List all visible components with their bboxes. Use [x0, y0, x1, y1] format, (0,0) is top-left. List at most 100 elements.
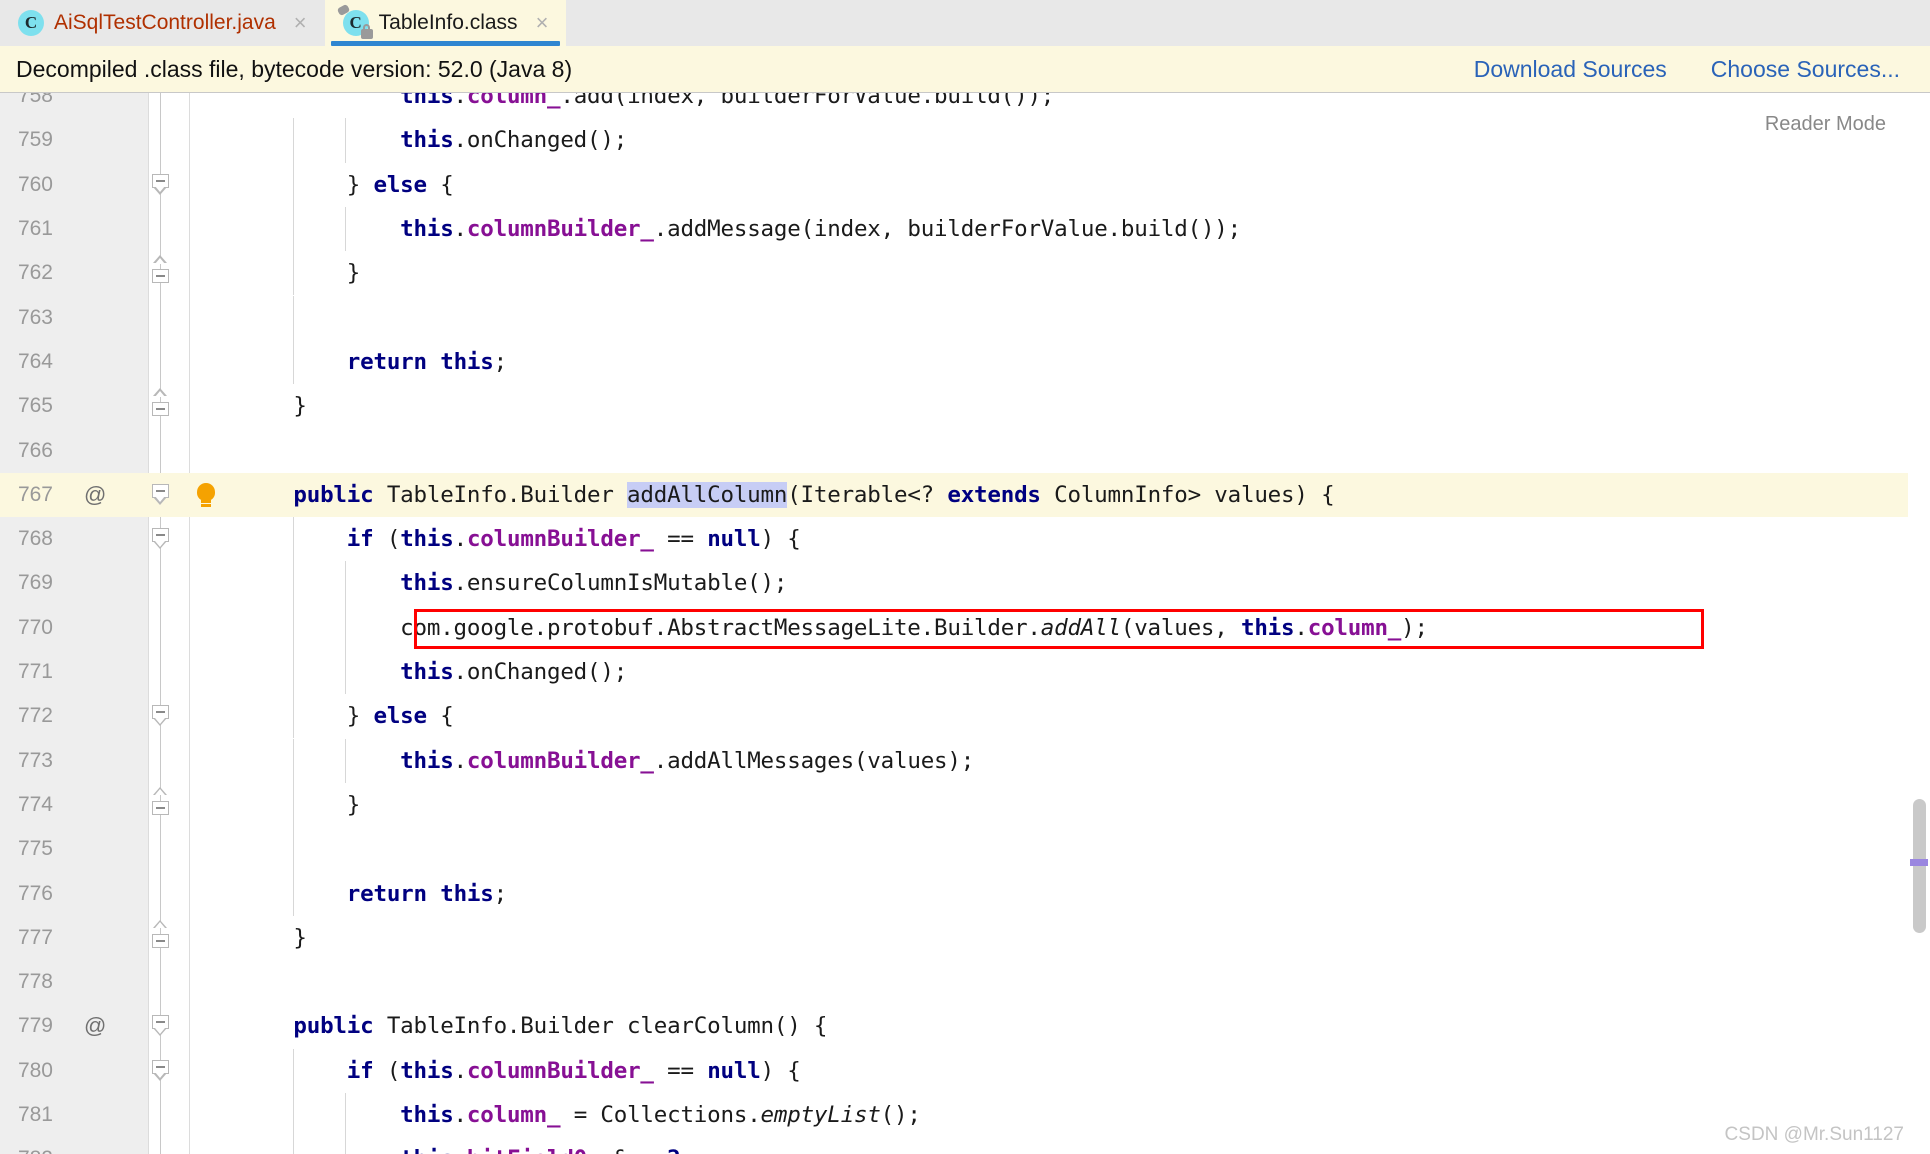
code-line[interactable]: 765 } [0, 384, 1930, 428]
scrollbar-marker [1910, 859, 1928, 866]
code-text[interactable]: } [240, 251, 360, 295]
indent-guide [293, 827, 294, 871]
vertical-scrollbar[interactable] [1908, 93, 1930, 1154]
line-number: 782 [0, 1137, 148, 1154]
java-class-icon: C [18, 10, 44, 36]
code-text[interactable]: return this; [240, 340, 507, 384]
banner-actions: Download Sources Choose Sources... [1474, 56, 1900, 83]
download-sources-link[interactable]: Download Sources [1474, 56, 1667, 83]
code-line[interactable]: 763 [0, 296, 1930, 340]
close-icon[interactable]: × [292, 12, 309, 34]
line-number: 766 [0, 428, 148, 472]
line-number: 779 [0, 1004, 148, 1048]
code-text[interactable]: } else { [240, 163, 454, 207]
line-number: 780 [0, 1049, 148, 1093]
code-editor[interactable]: 758 this.column_.add(index, builderForVa… [0, 93, 1930, 1154]
code-line[interactable]: 761 this.columnBuilder_.addMessage(index… [0, 207, 1930, 251]
choose-sources-link[interactable]: Choose Sources... [1711, 56, 1900, 83]
code-text[interactable]: com.google.protobuf.AbstractMessageLite.… [240, 606, 1428, 650]
code-line[interactable]: 776 return this; [0, 871, 1930, 915]
line-number: 770 [0, 606, 148, 650]
code-line[interactable]: 775 [0, 827, 1930, 871]
code-line[interactable]: 774 } [0, 783, 1930, 827]
code-text[interactable]: this.ensureColumnIsMutable(); [240, 561, 787, 605]
line-number: 776 [0, 871, 148, 915]
editor-tab-bar: C AiSqlTestController.java × C TableInfo… [0, 0, 1930, 46]
code-line[interactable]: 782 this.bitField0_ &= -2; [0, 1137, 1930, 1154]
code-line[interactable]: 781 this.column_ = Collections.emptyList… [0, 1093, 1930, 1137]
reader-mode-label[interactable]: Reader Mode [1765, 113, 1886, 136]
code-line[interactable]: 758 this.column_.add(index, builderForVa… [0, 93, 1930, 118]
code-fold-down-icon[interactable] [152, 528, 170, 550]
code-line[interactable]: 780 if (this.columnBuilder_ == null) { [0, 1049, 1930, 1093]
line-number: 759 [0, 118, 148, 162]
code-text[interactable]: this.column_.add(index, builderForValue.… [240, 93, 1054, 118]
code-line[interactable]: 773 this.columnBuilder_.addAllMessages(v… [0, 739, 1930, 783]
code-fold-up-icon[interactable] [152, 395, 170, 417]
line-number: 758 [0, 93, 148, 118]
code-text[interactable]: return this; [240, 871, 507, 915]
editor-tab-tableinfo-class[interactable]: C TableInfo.class × [325, 0, 567, 46]
code-text[interactable]: if (this.columnBuilder_ == null) { [240, 1049, 801, 1093]
intention-bulb-icon[interactable] [196, 483, 216, 507]
code-text[interactable]: this.columnBuilder_.addMessage(index, bu… [240, 207, 1241, 251]
code-line[interactable]: 759 this.onChanged(); [0, 118, 1930, 162]
line-number: 768 [0, 517, 148, 561]
editor-tab-aisqltestcontroller[interactable]: C AiSqlTestController.java × [0, 0, 325, 46]
code-text[interactable]: } [240, 384, 307, 428]
code-fold-up-icon[interactable] [152, 927, 170, 949]
code-text[interactable]: } [240, 783, 360, 827]
code-fold-down-icon[interactable] [152, 705, 170, 727]
code-line[interactable]: 770 com.google.protobuf.AbstractMessageL… [0, 606, 1930, 650]
code-text[interactable]: this.bitField0_ &= -2; [240, 1137, 694, 1154]
code-line[interactable]: 768 if (this.columnBuilder_ == null) { [0, 517, 1930, 561]
override-marker-icon[interactable]: @ [84, 1004, 106, 1048]
code-line[interactable]: 779@ public TableInfo.Builder clearColum… [0, 1004, 1930, 1048]
line-number: 772 [0, 694, 148, 738]
code-line[interactable]: 764 return this; [0, 340, 1930, 384]
code-line[interactable]: 772 } else { [0, 694, 1930, 738]
line-number: 767 [0, 473, 148, 517]
line-number: 778 [0, 960, 148, 1004]
code-fold-down-icon[interactable] [152, 1060, 170, 1082]
code-fold-up-icon[interactable] [152, 794, 170, 816]
code-line[interactable]: 760 } else { [0, 163, 1930, 207]
code-fold-down-icon[interactable] [152, 1015, 170, 1037]
code-line[interactable]: 769 this.ensureColumnIsMutable(); [0, 561, 1930, 605]
line-number: 762 [0, 251, 148, 295]
watermark: CSDN @Mr.Sun1127 [1725, 1124, 1904, 1146]
code-fold-up-icon[interactable] [152, 262, 170, 284]
code-fold-down-icon[interactable] [152, 484, 170, 506]
banner-message: Decompiled .class file, bytecode version… [16, 56, 572, 83]
editor-tab-label: AiSqlTestController.java [54, 11, 276, 35]
indent-guide [293, 296, 294, 340]
override-marker-icon[interactable]: @ [84, 473, 106, 517]
line-number: 765 [0, 384, 148, 428]
code-text[interactable]: this.onChanged(); [240, 118, 627, 162]
code-line[interactable]: 766 [0, 428, 1930, 472]
code-text[interactable]: if (this.columnBuilder_ == null) { [240, 517, 801, 561]
line-number: 769 [0, 561, 148, 605]
code-line[interactable]: 767@ public TableInfo.Builder addAllColu… [0, 473, 1930, 517]
code-text[interactable]: } else { [240, 694, 454, 738]
code-text[interactable]: this.column_ = Collections.emptyList(); [240, 1093, 921, 1137]
close-icon[interactable]: × [534, 12, 551, 34]
code-text[interactable]: public TableInfo.Builder clearColumn() { [240, 1004, 827, 1048]
scrollbar-thumb[interactable] [1913, 799, 1926, 933]
code-line[interactable]: 778 [0, 960, 1930, 1004]
line-number: 761 [0, 207, 148, 251]
line-number: 771 [0, 650, 148, 694]
code-text[interactable]: this.columnBuilder_.addAllMessages(value… [240, 739, 974, 783]
line-number: 763 [0, 296, 148, 340]
code-line[interactable]: 771 this.onChanged(); [0, 650, 1930, 694]
line-number: 760 [0, 163, 148, 207]
code-text[interactable]: public TableInfo.Builder addAllColumn(It… [240, 473, 1334, 517]
code-text[interactable]: } [240, 916, 307, 960]
code-line[interactable]: 777 } [0, 916, 1930, 960]
code-fold-down-icon[interactable] [152, 174, 170, 196]
ide-window: C AiSqlTestController.java × C TableInfo… [0, 0, 1930, 1154]
line-number: 773 [0, 739, 148, 783]
decompiled-notification-banner: Decompiled .class file, bytecode version… [0, 46, 1930, 93]
code-text[interactable]: this.onChanged(); [240, 650, 627, 694]
code-line[interactable]: 762 } [0, 251, 1930, 295]
